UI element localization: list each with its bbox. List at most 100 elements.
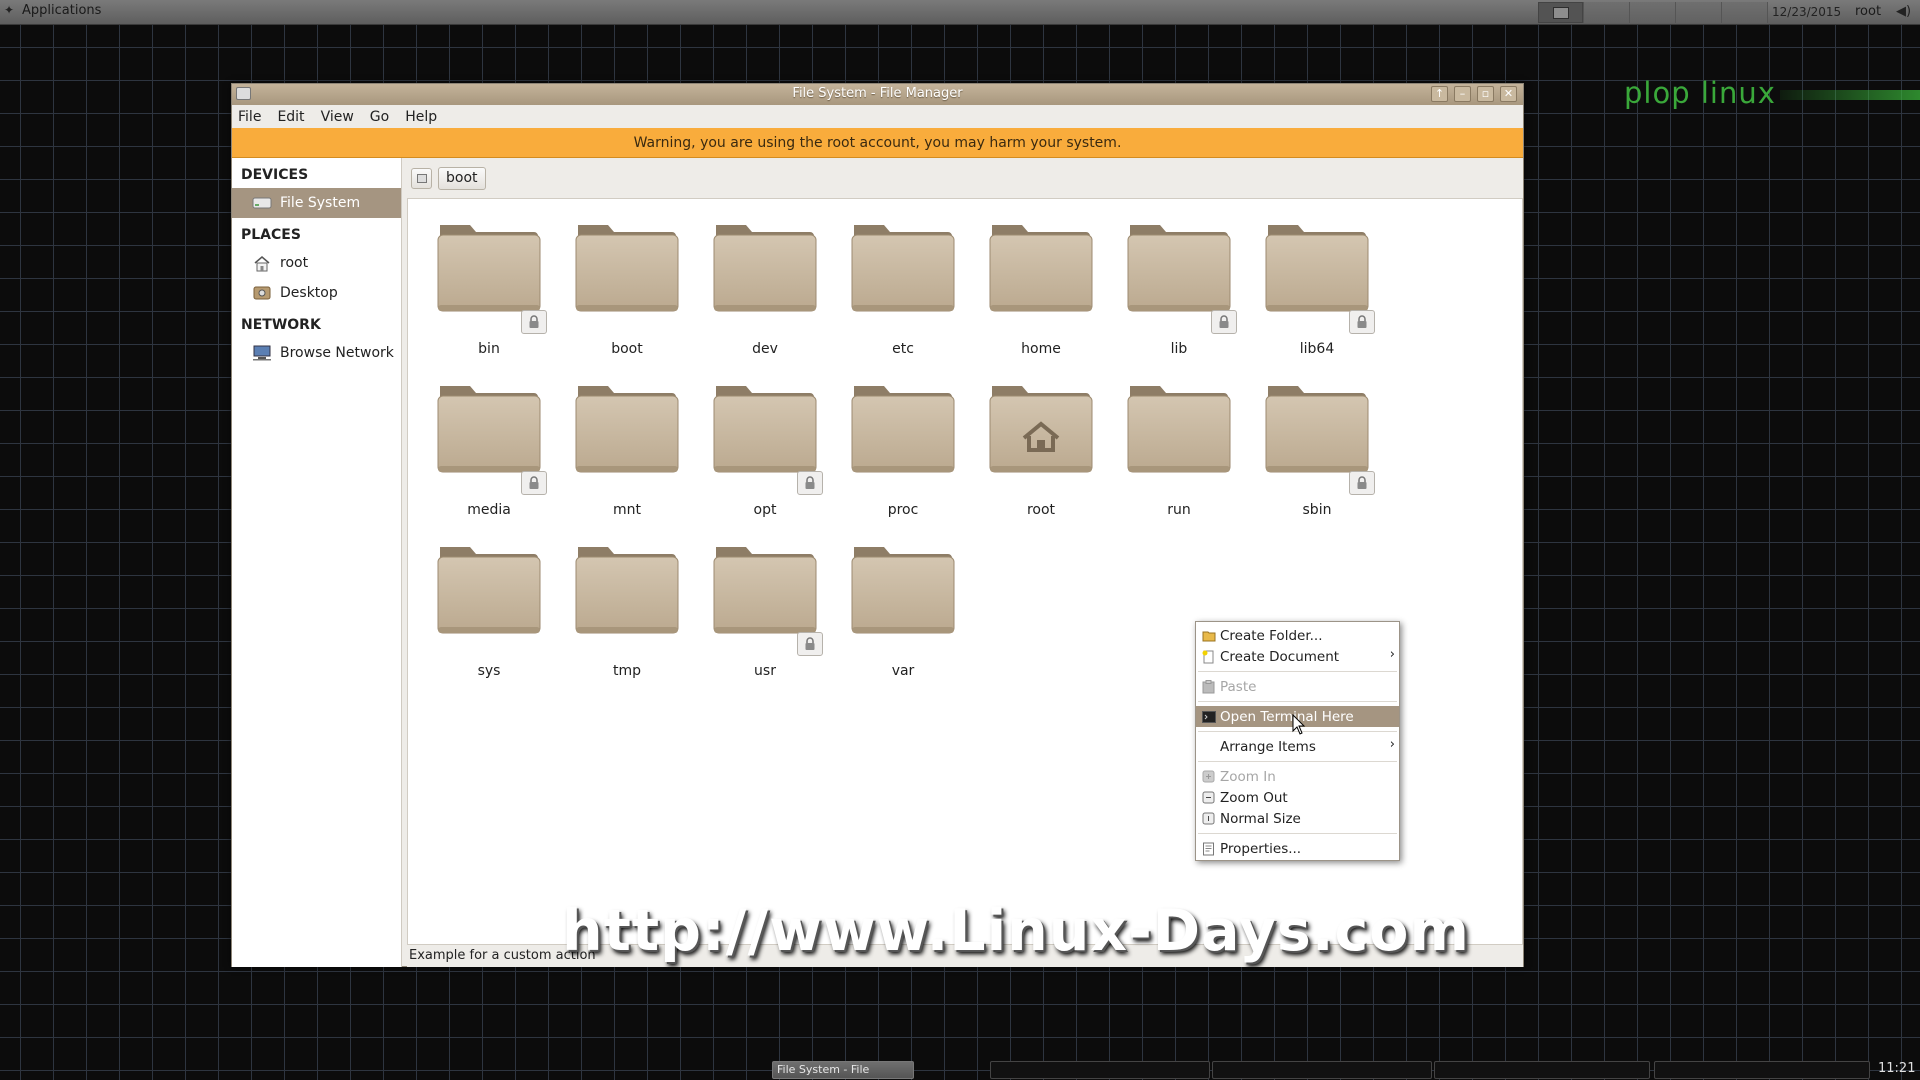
sidebar-item-label: File System — [280, 195, 361, 211]
lock-icon — [521, 471, 547, 495]
folder-item-run[interactable]: run — [1110, 380, 1248, 541]
folder-label: lib64 — [1299, 341, 1335, 357]
workspace-4[interactable] — [1676, 2, 1722, 23]
folder-item-etc[interactable]: etc — [834, 219, 972, 380]
workspace-5[interactable] — [1722, 2, 1768, 23]
workspace-switcher — [1538, 2, 1768, 23]
folder-icon — [434, 541, 544, 639]
brand-logo: plop linux — [1624, 76, 1776, 110]
clock: 11:21 — [1878, 1061, 1916, 1076]
folder-item-var[interactable]: var — [834, 541, 972, 702]
workspace-1[interactable] — [1538, 2, 1584, 23]
taskbar-button-label: File System - File Mana... — [777, 1063, 870, 1080]
sidebar-heading-devices: DEVICES — [241, 167, 309, 183]
menu-view[interactable]: View — [321, 109, 362, 125]
folder-item-usr[interactable]: usr — [696, 541, 834, 702]
panel-user[interactable]: root — [1855, 4, 1881, 19]
document-new-icon — [1201, 649, 1216, 664]
folder-item-bin[interactable]: bin — [420, 219, 558, 380]
taskbar-empty-slot — [1434, 1061, 1650, 1079]
folder-icon — [1262, 380, 1372, 478]
volume-icon[interactable]: ◀) — [1896, 4, 1911, 19]
folder-label: run — [1167, 502, 1191, 518]
menu-item-label: Open Terminal Here — [1220, 708, 1354, 725]
folder-new-icon — [1201, 628, 1216, 643]
panel-date: 12/23/2015 — [1772, 5, 1842, 19]
folder-item-root[interactable]: root — [972, 380, 1110, 541]
menu-item-paste: Paste — [1196, 676, 1399, 697]
folder-item-media[interactable]: media — [420, 380, 558, 541]
menubar: File Edit View Go Help — [232, 105, 1523, 128]
folder-item-tmp[interactable]: tmp — [558, 541, 696, 702]
menu-item-label: Zoom In — [1220, 768, 1276, 785]
titlebar[interactable]: File System - File Manager ↑ – ▫ ✕ — [232, 84, 1523, 105]
close-button[interactable]: ✕ — [1500, 86, 1517, 102]
folder-icon — [1262, 219, 1372, 317]
sidebar-item-desktop[interactable]: Desktop — [232, 278, 401, 308]
brand-bar — [1780, 90, 1920, 100]
sidebar-item-root[interactable]: root — [232, 248, 401, 278]
folder-label: root — [1026, 502, 1056, 518]
workspace-3[interactable] — [1630, 2, 1676, 23]
folder-item-lib64[interactable]: lib64 — [1248, 219, 1386, 380]
menu-help[interactable]: Help — [405, 109, 445, 125]
lock-icon — [1349, 471, 1375, 495]
folder-label: boot — [611, 341, 643, 357]
folder-icon — [710, 380, 820, 478]
sidebar: DEVICES File System PLACES root Desktop … — [232, 158, 402, 967]
folder-icon — [572, 380, 682, 478]
folder-icon — [848, 541, 958, 639]
zoom-in-icon — [1201, 769, 1216, 784]
menu-go[interactable]: Go — [370, 109, 397, 125]
folder-icon — [1124, 219, 1234, 317]
folder-icon — [572, 219, 682, 317]
taskbar-empty-slot — [1654, 1061, 1870, 1079]
folder-icon — [710, 541, 820, 639]
folder-item-lib[interactable]: lib — [1110, 219, 1248, 380]
menu-item-zoom-out[interactable]: Zoom Out — [1196, 787, 1399, 808]
location-toggle-button[interactable] — [411, 167, 432, 189]
sidebar-item-label: Desktop — [280, 285, 338, 301]
folder-item-proc[interactable]: proc — [834, 380, 972, 541]
lock-icon — [797, 632, 823, 656]
menu-item-create-document[interactable]: Create Document › — [1196, 646, 1399, 667]
drive-icon — [416, 173, 427, 183]
menu-file[interactable]: File — [238, 109, 269, 125]
folder-item-dev[interactable]: dev — [696, 219, 834, 380]
folder-label: bin — [478, 341, 500, 357]
home-icon — [252, 254, 272, 272]
menu-item-properties[interactable]: Properties... — [1196, 838, 1399, 859]
sidebar-item-browse-network[interactable]: Browse Network — [232, 338, 401, 368]
maximize-button[interactable]: ▫ — [1477, 86, 1494, 102]
applications-menu-button[interactable]: ✦ Applications — [4, 3, 101, 18]
folder-item-opt[interactable]: opt — [696, 380, 834, 541]
folder-item-boot[interactable]: boot — [558, 219, 696, 380]
context-menu: Create Folder... Create Document › Paste… — [1195, 621, 1400, 861]
network-icon — [252, 344, 272, 362]
location-bar: boot — [407, 158, 1523, 198]
submenu-arrow-icon: › — [1389, 647, 1395, 662]
bottom-panel: File System - File Mana... 11:21 — [0, 1058, 1920, 1080]
folder-item-sys[interactable]: sys — [420, 541, 558, 702]
folder-label: mnt — [613, 502, 641, 518]
menu-item-normal-size[interactable]: Normal Size — [1196, 808, 1399, 829]
folder-item-mnt[interactable]: mnt — [558, 380, 696, 541]
sidebar-item-file-system[interactable]: File System — [232, 188, 401, 218]
menu-item-create-folder[interactable]: Create Folder... — [1196, 625, 1399, 646]
drive-icon — [252, 194, 272, 212]
menu-edit[interactable]: Edit — [277, 109, 312, 125]
root-warning-banner: Warning, you are using the root account,… — [232, 128, 1523, 158]
breadcrumb-boot[interactable]: boot — [438, 166, 486, 190]
minimize-button[interactable]: – — [1454, 86, 1471, 102]
sidebar-heading-places: PLACES — [241, 227, 301, 243]
folder-icon — [986, 219, 1096, 317]
workspace-2[interactable] — [1584, 2, 1630, 23]
shade-button[interactable]: ↑ — [1431, 86, 1448, 102]
folder-item-sbin[interactable]: sbin — [1248, 380, 1386, 541]
sidebar-heading-network: NETWORK — [241, 317, 321, 333]
menu-item-label: Create Document — [1220, 648, 1340, 665]
home-folder-icon — [986, 380, 1096, 478]
folder-item-home[interactable]: home — [972, 219, 1110, 380]
folder-icon — [434, 219, 544, 317]
taskbar-file-manager-button[interactable]: File System - File Mana... — [772, 1061, 914, 1080]
